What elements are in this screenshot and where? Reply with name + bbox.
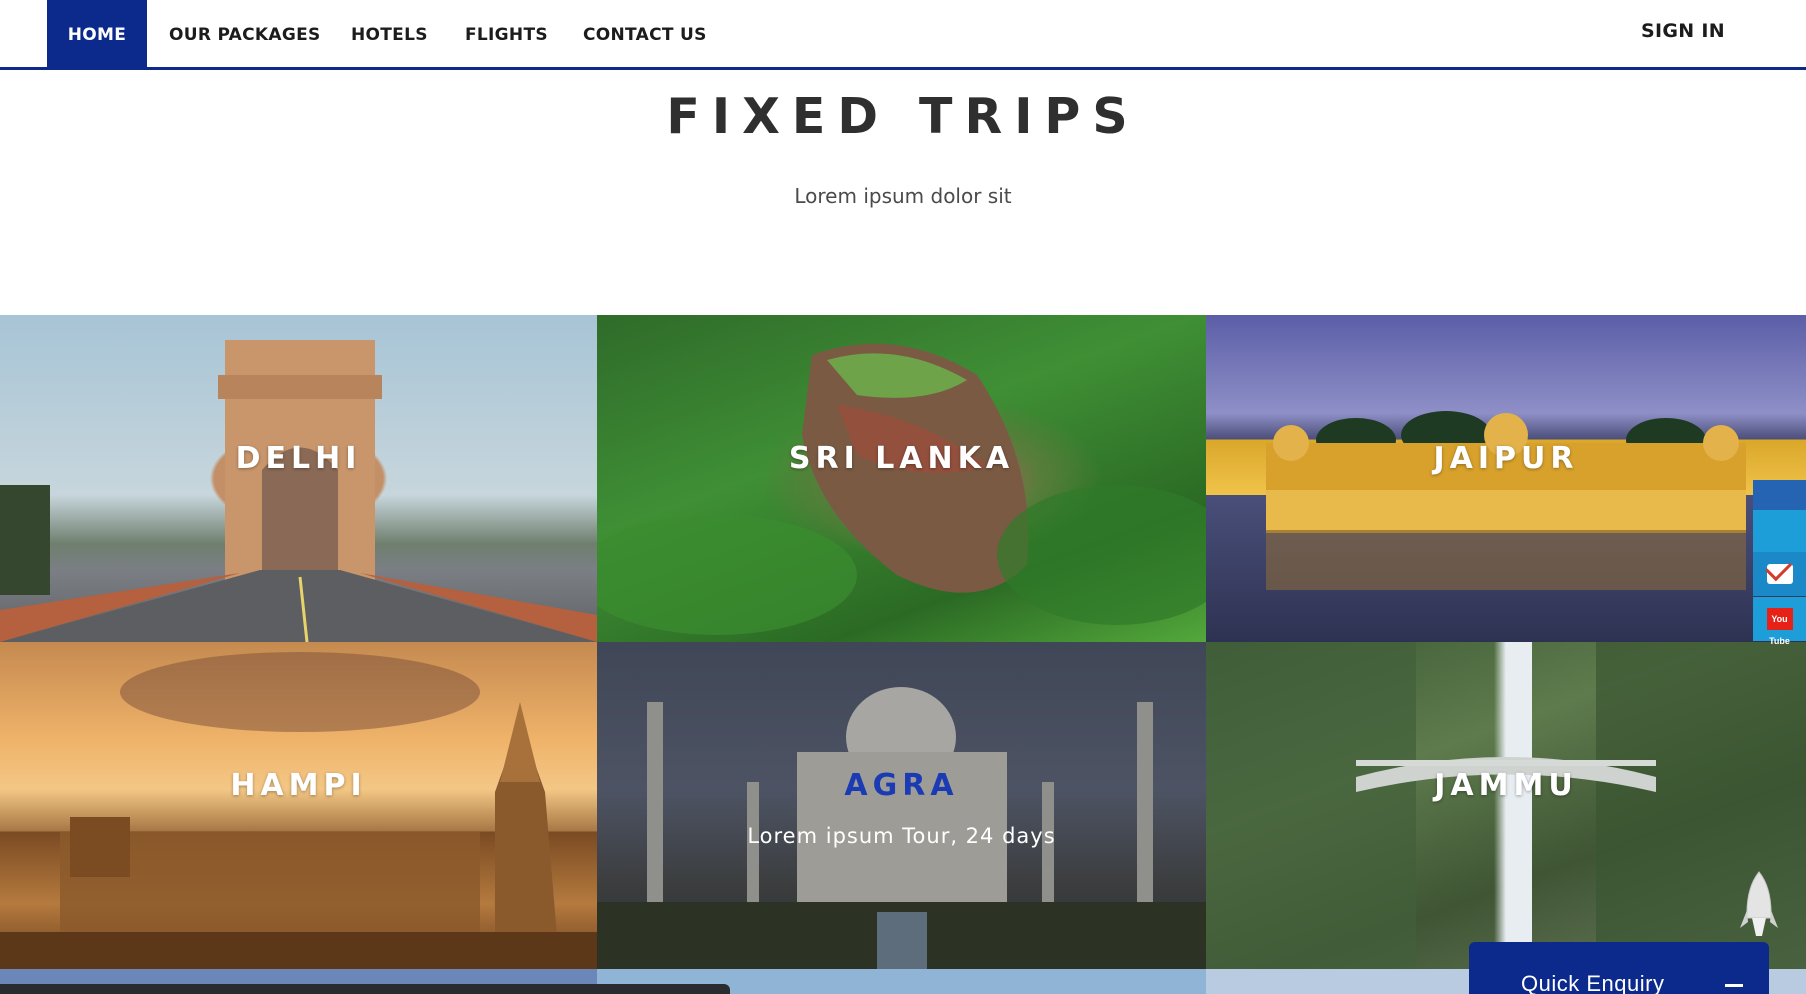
youtube-button[interactable]: You Tube xyxy=(1753,597,1806,646)
trip-detail: Lorem ipsum Tour, 24 days xyxy=(747,824,1056,848)
nav-flights[interactable]: FLIGHTS xyxy=(465,0,548,70)
trip-tile-hampi[interactable]: HAMPI xyxy=(0,642,597,969)
agra-image xyxy=(597,687,1206,969)
trip-tile-jaipur[interactable]: JAIPUR xyxy=(1206,315,1806,642)
quick-enquiry-label: Quick Enquiry xyxy=(1521,971,1665,994)
hampi-image xyxy=(0,652,597,969)
trip-name: DELHI xyxy=(235,441,362,476)
social-bar-top xyxy=(1753,480,1806,510)
twitter-icon[interactable] xyxy=(1753,510,1806,554)
delhi-image xyxy=(0,340,597,642)
nav-hotels[interactable]: HOTELS xyxy=(351,0,428,70)
trip-tile-agra[interactable]: AGRA Lorem ipsum Tour, 24 days xyxy=(597,642,1206,969)
sri-lanka-image xyxy=(597,343,1206,635)
bottom-bar xyxy=(0,984,730,994)
nav-our-packages[interactable]: OUR PACKAGES xyxy=(169,0,321,70)
gmail-icon xyxy=(1766,564,1793,584)
youtube-icon: You Tube xyxy=(1766,608,1793,646)
trip-name: JAMMU xyxy=(1434,768,1578,803)
section-subtitle: Lorem ipsum dolor sit xyxy=(794,184,1012,208)
trip-tile-sri-lanka[interactable]: SRI LANKA xyxy=(597,315,1206,642)
minimize-icon[interactable] xyxy=(1725,984,1743,987)
quick-enquiry-panel[interactable]: Quick Enquiry xyxy=(1469,942,1769,994)
top-navigation: HOME OUR PACKAGES HOTELS FLIGHTS CONTACT… xyxy=(0,0,1806,70)
gmail-button[interactable] xyxy=(1753,552,1806,596)
sign-in-link[interactable]: SIGN IN xyxy=(1641,0,1725,70)
trip-tile-jammu[interactable]: JAMMU xyxy=(1206,642,1806,969)
jaipur-image xyxy=(1266,411,1746,590)
section-title: FIXED TRIPS xyxy=(666,88,1140,145)
nav-contact-us[interactable]: CONTACT US xyxy=(583,0,707,70)
trip-name: JAIPUR xyxy=(1433,441,1579,476)
trip-name: SRI LANKA xyxy=(788,441,1015,476)
trip-name: HAMPI xyxy=(230,768,367,803)
trip-name: AGRA xyxy=(844,768,959,803)
jammu-image xyxy=(1206,642,1806,969)
nav-home[interactable]: HOME xyxy=(47,0,147,70)
scroll-to-top-rocket-icon[interactable] xyxy=(1740,870,1778,944)
trip-tile-delhi[interactable]: DELHI xyxy=(0,315,597,642)
